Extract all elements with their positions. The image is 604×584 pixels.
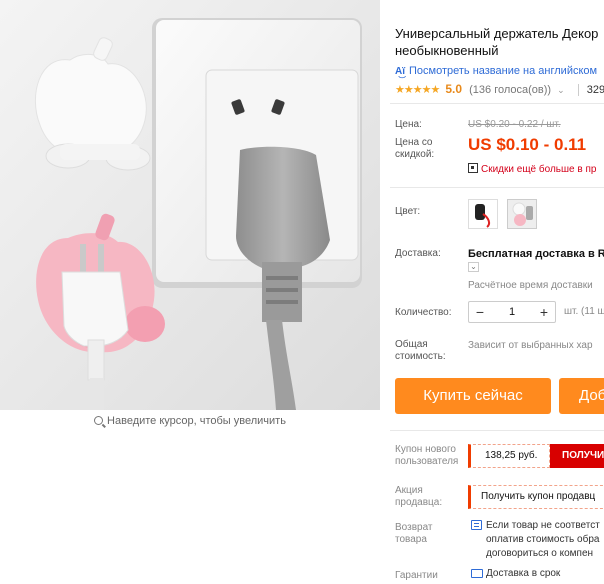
votes-count-link[interactable]: (136 голоса(ов)) bbox=[469, 84, 551, 96]
get-new-user-coupon-button[interactable]: ПОЛУЧИ bbox=[550, 444, 604, 468]
get-seller-coupon-button[interactable]: Получить купон продавц bbox=[468, 485, 604, 509]
quantity-increase-button[interactable]: + bbox=[533, 302, 555, 322]
rating-value: 5.0 bbox=[445, 82, 463, 96]
shipping-label: Доставка: bbox=[395, 248, 441, 259]
returns-info-icon bbox=[471, 520, 482, 530]
quantity-decrease-button[interactable]: − bbox=[469, 302, 491, 322]
color-option-black[interactable] bbox=[468, 199, 498, 229]
color-option-white-pink[interactable] bbox=[507, 199, 537, 229]
discount-label-line2: скидкой: bbox=[395, 149, 435, 160]
returns-policy-text: Если товар не соответст оплатив стоимост… bbox=[486, 519, 600, 561]
quantity-available: шт. (11 шт bbox=[564, 306, 604, 317]
delivery-truck-icon bbox=[471, 569, 483, 578]
zoom-hint: Наведите курсор, чтобы увеличить bbox=[0, 415, 380, 427]
product-title-line1: Универсальный держатель Декор bbox=[395, 26, 599, 41]
returns-text-line3: договориться о компен bbox=[486, 548, 594, 559]
coupon-label-line2: пользователя bbox=[395, 456, 459, 467]
guarantee-text: Доставка в срок bbox=[486, 568, 561, 579]
guarantee-label: Гарантии bbox=[395, 570, 438, 581]
coupon-label-line1: Купон нового bbox=[395, 444, 456, 455]
seller-promo-label-line2: продавца: bbox=[395, 497, 443, 508]
total-cost-label: Общая стоимость: bbox=[395, 339, 446, 363]
divider bbox=[390, 430, 604, 431]
price-label: Цена: bbox=[395, 119, 422, 130]
shipping-estimate: Расчётное время доставки bbox=[468, 280, 593, 291]
chevron-down-icon[interactable]: ⌄ bbox=[557, 85, 565, 95]
translate-link-text: Посмотреть название на английском bbox=[409, 65, 598, 77]
new-user-coupon-label: Купон нового пользователя bbox=[395, 444, 458, 468]
color-swatch-image bbox=[469, 200, 497, 228]
translate-icon: A͜ï bbox=[395, 66, 405, 77]
divider bbox=[390, 103, 604, 104]
returns-label: Возврат товара bbox=[395, 522, 433, 546]
new-user-coupon-amount: 138,25 руб. bbox=[468, 444, 550, 468]
total-label-line1: Общая bbox=[395, 339, 428, 350]
product-info-panel: Универсальный держатель Декор необыкнове… bbox=[380, 0, 604, 584]
discount-price-label: Цена со скидкой: bbox=[395, 137, 434, 161]
product-main-image[interactable] bbox=[0, 0, 380, 410]
discount-price: US $0.10 - 0.11 bbox=[468, 135, 587, 154]
app-discount-link[interactable]: Скидки ещё больше в пр bbox=[468, 163, 596, 175]
color-label: Цвет: bbox=[395, 206, 421, 217]
product-title: Универсальный держатель Декор необыкнове… bbox=[395, 25, 604, 59]
quantity-input[interactable]: 1 bbox=[509, 306, 515, 318]
buy-now-button[interactable]: Купить сейчас bbox=[395, 378, 551, 414]
product-title-line2: необыкновенный bbox=[395, 43, 499, 58]
seller-promo-label-line1: Акция bbox=[395, 485, 423, 496]
qr-code-icon bbox=[468, 163, 478, 173]
returns-label-line2: товара bbox=[395, 534, 427, 545]
returns-text-line2: оплатив стоимость обра bbox=[486, 534, 600, 545]
rating-stars: ★★★★★ bbox=[395, 84, 440, 96]
total-label-line2: стоимость: bbox=[395, 351, 446, 362]
add-to-cart-button[interactable]: Доб bbox=[559, 378, 604, 414]
orders-count: 329 bbox=[577, 84, 604, 96]
total-cost-value: Зависит от выбранных хар bbox=[468, 340, 593, 351]
quantity-label: Количество: bbox=[395, 307, 452, 318]
color-swatch-image bbox=[508, 200, 536, 228]
shipping-dropdown-chevron-icon[interactable]: ⌄ bbox=[468, 262, 479, 272]
app-discount-text: Скидки ещё больше в пр bbox=[481, 164, 597, 175]
discount-label-line1: Цена со bbox=[395, 137, 433, 148]
shipping-method: Бесплатная доставка в Ru bbox=[468, 248, 604, 260]
magnifier-icon bbox=[94, 416, 104, 425]
divider bbox=[390, 187, 604, 188]
returns-text-line1: Если товар не соответст bbox=[486, 520, 600, 531]
seller-promo-label: Акция продавца: bbox=[395, 485, 442, 509]
returns-label-line1: Возврат bbox=[395, 522, 433, 533]
quantity-stepper[interactable]: − 1 + bbox=[468, 301, 556, 323]
rating-row: ★★★★★ 5.0 (136 голоса(ов)) ⌄ 329 bbox=[395, 82, 604, 96]
old-price: US $0.20 - 0.22 / шт. bbox=[468, 119, 561, 130]
product-photo bbox=[0, 0, 380, 410]
zoom-hint-text: Наведите курсор, чтобы увеличить bbox=[107, 415, 286, 427]
translate-title-link[interactable]: A͜ï Посмотреть название на английском bbox=[395, 65, 597, 77]
